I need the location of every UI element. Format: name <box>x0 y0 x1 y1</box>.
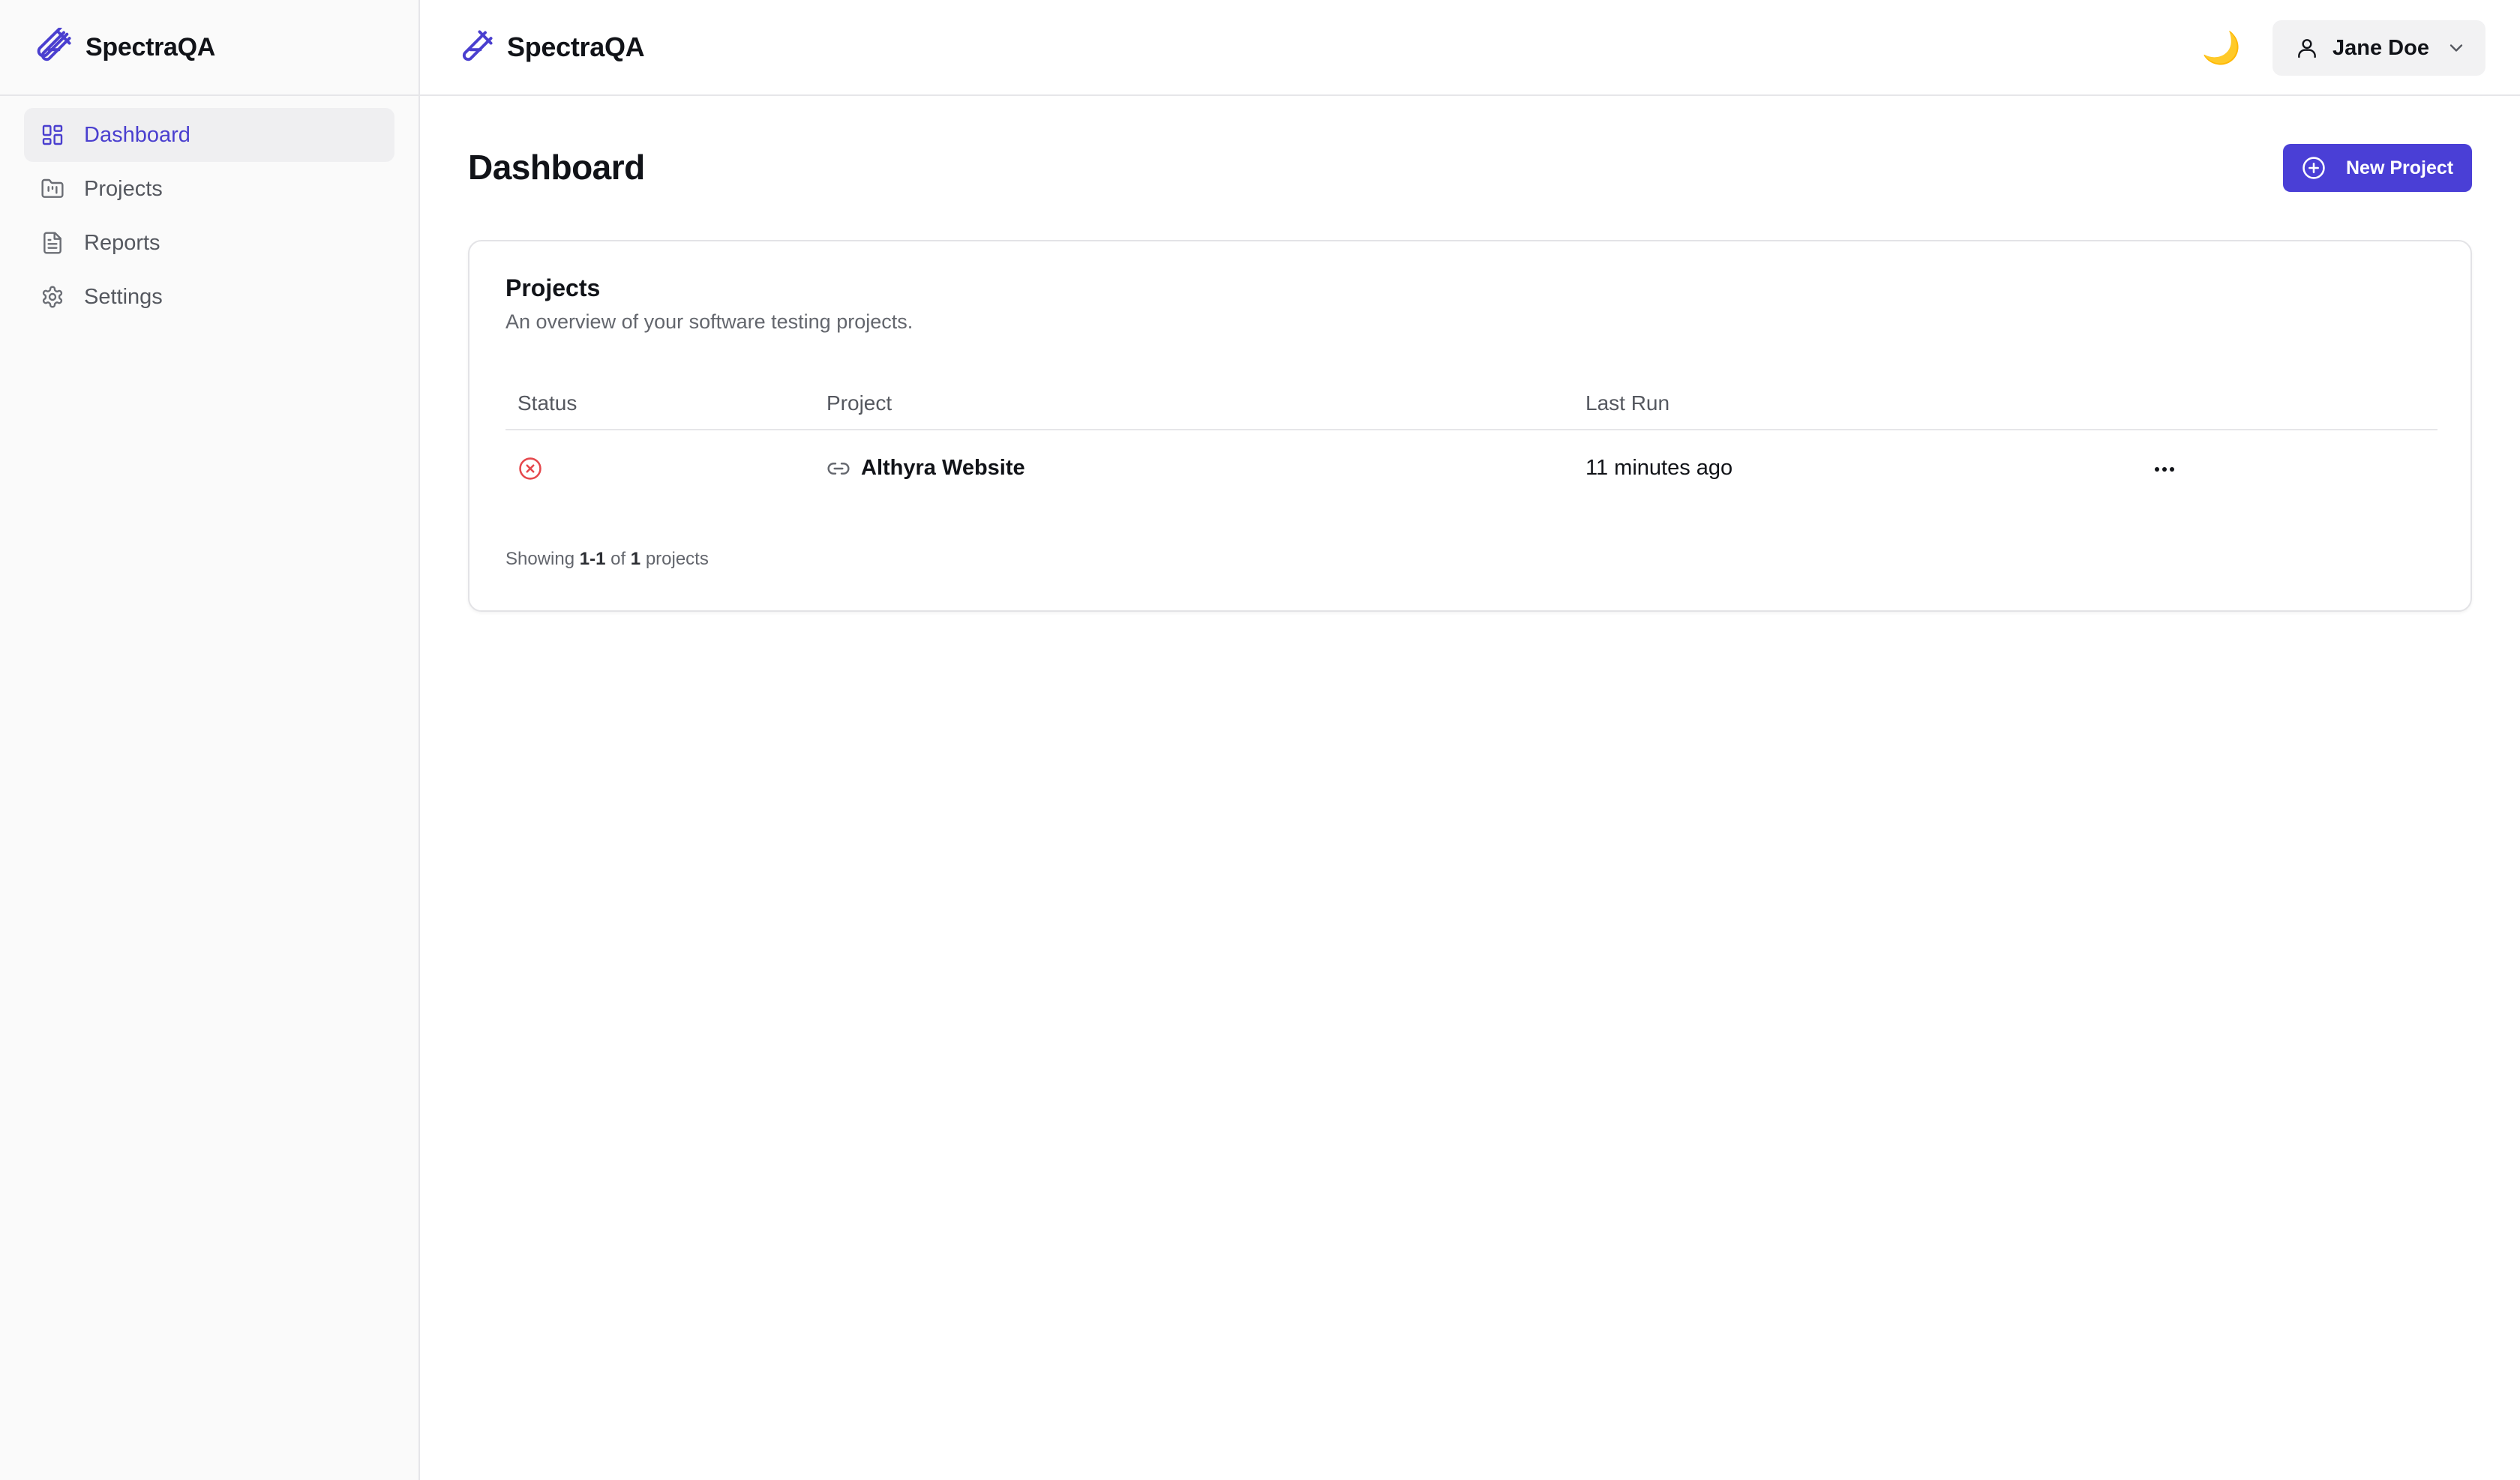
table-row[interactable]: Althyra Website 11 minutes ago <box>506 430 2438 508</box>
sidebar-item-label: Dashboard <box>84 122 190 147</box>
sidebar-item-settings[interactable]: Settings <box>24 270 394 324</box>
card-description: An overview of your software testing pro… <box>506 310 914 333</box>
new-project-label: New Project <box>2346 157 2454 178</box>
projects-table: Status Project Last Run Althyra Website … <box>506 376 2438 508</box>
pagination-summary: Showing 1-1 of 1 projects <box>506 549 709 570</box>
user-icon <box>2295 36 2319 60</box>
status-cell <box>518 456 543 481</box>
header-actions: 🌙 Jane Doe <box>2200 20 2486 76</box>
top-header: SpectraQA 🌙 Jane Doe <box>420 0 2520 96</box>
column-header-last-run[interactable]: Last Run <box>1586 391 1670 415</box>
project-cell[interactable]: Althyra Website <box>826 456 1025 481</box>
new-project-button[interactable]: New Project <box>2283 144 2472 192</box>
link-icon <box>826 457 850 481</box>
sidebar-item-projects[interactable]: Projects <box>24 162 394 216</box>
showing-total: 1 <box>630 549 641 569</box>
user-menu-button[interactable]: Jane Doe <box>2272 20 2486 76</box>
chevron-down-icon <box>2446 37 2467 58</box>
more-actions-icon[interactable] <box>2150 457 2180 481</box>
app-name: SpectraQA <box>86 32 216 61</box>
sidebar-item-label: Settings <box>84 284 163 309</box>
sidebar-item-label: Projects <box>84 176 163 201</box>
sidebar-item-reports[interactable]: Reports <box>24 216 394 270</box>
user-name: Jane Doe <box>2332 35 2429 60</box>
showing-of: of <box>610 549 626 569</box>
test-tube-icon <box>34 28 74 67</box>
moon-icon[interactable]: 🌙 <box>2200 27 2242 69</box>
plus-circle-icon <box>2301 155 2326 181</box>
sidebar-nav: Dashboard Projects Reports Settings <box>0 96 418 324</box>
showing-prefix: Showing <box>506 549 575 569</box>
report-icon <box>40 231 64 255</box>
card-title: Projects <box>506 274 601 301</box>
sidebar-item-label: Reports <box>84 230 160 255</box>
showing-range: 1-1 <box>579 549 606 569</box>
column-header-status[interactable]: Status <box>518 391 577 415</box>
page-title: Dashboard <box>468 148 645 187</box>
folder-icon <box>40 177 64 201</box>
failed-status-icon <box>518 456 543 481</box>
project-name: Althyra Website <box>861 456 1025 480</box>
last-run-cell: 11 minutes ago <box>1586 456 1733 480</box>
main-content: Dashboard New Project Projects An overvi… <box>420 97 2520 1480</box>
sidebar-brand[interactable]: SpectraQA <box>0 0 418 96</box>
projects-card: Projects An overview of your software te… <box>468 240 2472 612</box>
gear-icon <box>40 285 64 309</box>
column-header-project[interactable]: Project <box>826 391 892 415</box>
test-tube-icon <box>456 28 495 67</box>
app-root: SpectraQA Dashboard Projects Reports Set… <box>0 0 2520 1480</box>
sidebar: SpectraQA Dashboard Projects Reports Set… <box>0 0 420 1480</box>
header-app-name[interactable]: SpectraQA <box>507 31 645 63</box>
table-header: Status Project Last Run <box>506 376 2438 430</box>
sidebar-item-dashboard[interactable]: Dashboard <box>24 108 394 162</box>
dashboard-icon <box>40 123 64 147</box>
showing-suffix: projects <box>645 549 709 569</box>
